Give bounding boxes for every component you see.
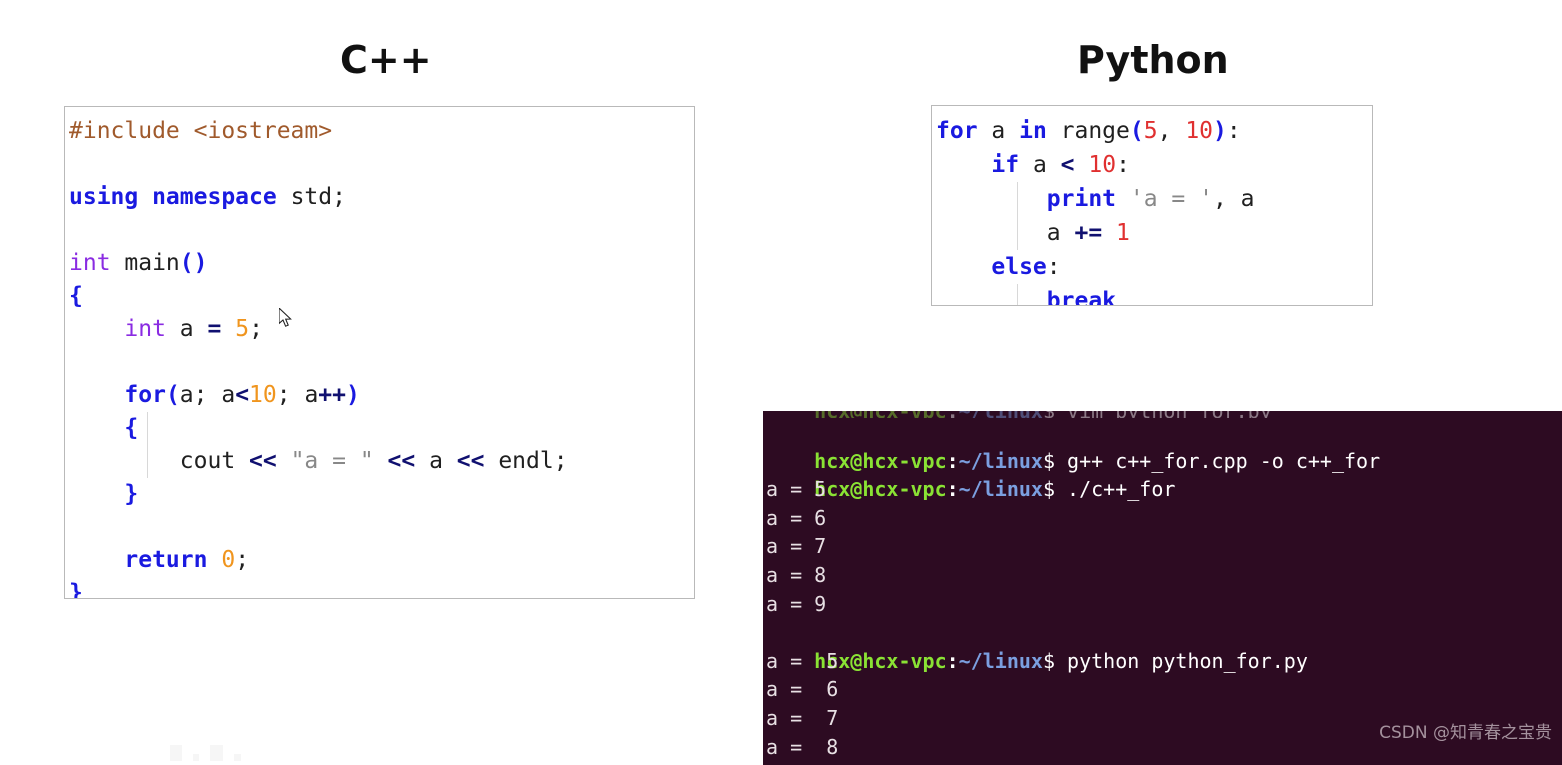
terminal-prompt-dollar: $ [1042,448,1056,473]
background-artifacts [170,743,330,761]
python-code-line: if a < 10: [991,152,1130,178]
terminal-output-line: a = 9 [766,591,827,616]
page-title-python: Python [1077,38,1229,82]
cpp-code-line [69,148,694,181]
python-code-line: break [936,284,1372,305]
terminal-prompt-line: hcx@hcx-vpc:~/linux$ python python_for.p… [763,618,1562,673]
cpp-code-line: return 0; [124,547,250,573]
terminal-prompt-user: hcx@hcx-vpc [814,477,947,502]
cpp-code-block: #include <iostream> using namespace std;… [64,106,695,599]
terminal-output-line: a = 6 [766,677,839,702]
cpp-code-line [69,346,694,379]
cpp-code-line: using namespace std; [69,184,346,210]
cpp-code-line: } [69,580,83,599]
terminal-prompt-colon: : [946,448,959,473]
cpp-code-line: { [69,283,83,309]
terminal-prompt-user: hcx@hcx-vpc [814,448,947,473]
cpp-code-line: #include <iostream> [69,118,333,144]
python-code-line: a += 1 [936,220,1130,246]
terminal-output-line: a = 8 [766,562,827,587]
cpp-code-line: int main() [69,250,208,276]
cpp-code-line [69,214,694,247]
terminal-prompt-colon: : [946,477,959,502]
cpp-code-line: } [124,481,139,507]
terminal-output-line: a = 6 [766,505,827,530]
cpp-code-line: { [124,415,139,441]
cpp-code-line [69,511,694,544]
python-code-line: print 'a = ', a [936,182,1372,250]
terminal-prompt-path: ~/linux [958,477,1043,502]
csdn-watermark: CSDN @知青春之宝贵 [1379,723,1552,743]
terminal-prompt-colon: : [946,648,959,673]
python-code-block: for a in range(5, 10): if a < 10: print … [931,105,1373,306]
terminal-prompt-dollar: $ [1042,648,1056,673]
terminal-command: g++ c++_for.cpp -o c++_for [1055,448,1381,473]
terminal-line-partial: hcx@hcx-vpc:~/linux$ vim python_for.py [763,411,1562,418]
cpp-code-line: cout << "a = " << a << endl; [69,412,694,478]
cpp-code-line: int a = 5; [124,316,263,342]
terminal-output-line: a = 7 [766,534,827,559]
terminal-output-line: a = 9 [763,761,1562,765]
terminal-prompt-line: hcx@hcx-vpc:~/linux$ g++ c++_for.cpp -o … [763,418,1562,473]
cpp-code-line: for(a; a<10; a++) [124,382,360,408]
terminal-prompt-path: ~/linux [958,448,1043,473]
page-title-cpp: C++ [340,38,432,82]
terminal-window[interactable]: hcx@hcx-vpc:~/linux$ vim python_for.py h… [763,411,1562,765]
python-code-line: for a in range(5, 10): [936,118,1241,144]
terminal-command: python python_for.py [1055,648,1308,673]
python-code-line: else: [991,254,1061,280]
terminal-prompt-path: ~/linux [958,648,1043,673]
terminal-command: ./c++_for [1055,477,1176,502]
terminal-prompt-dollar: $ [1042,477,1056,502]
